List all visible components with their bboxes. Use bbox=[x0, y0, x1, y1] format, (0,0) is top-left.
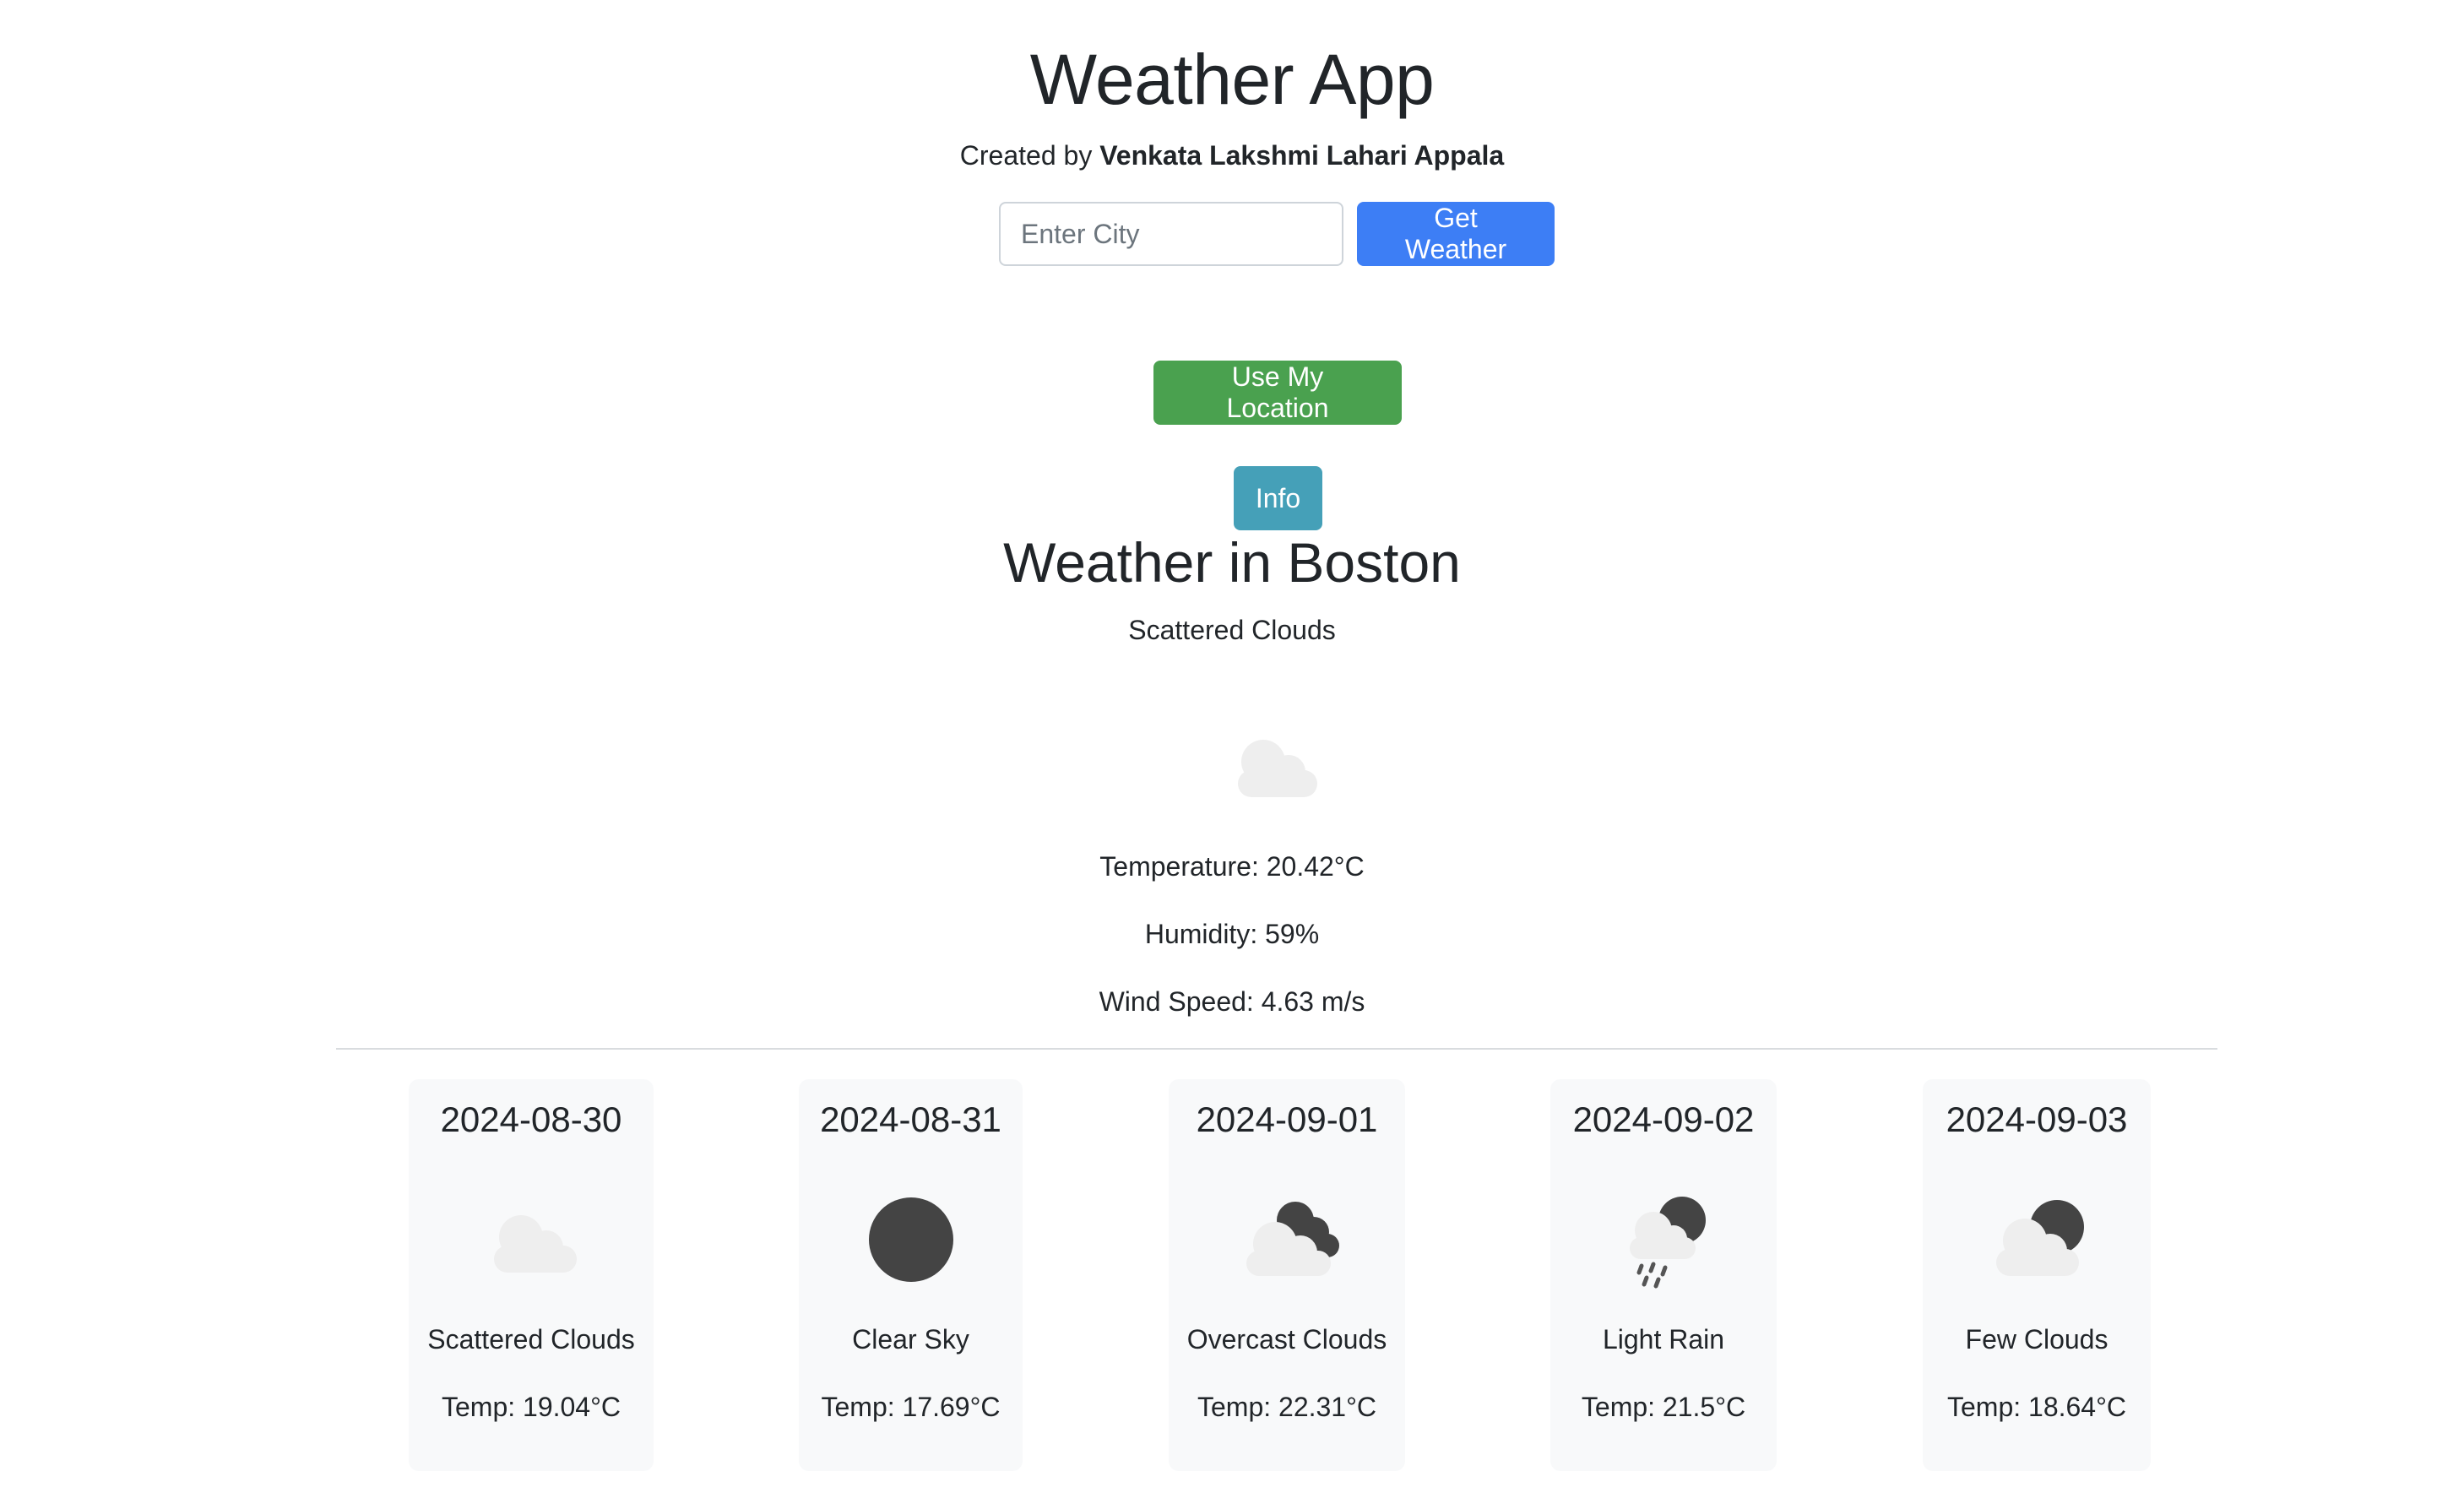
current-weather-title: Weather in Boston bbox=[1003, 531, 1461, 594]
forecast-description: Scattered Clouds bbox=[427, 1324, 635, 1355]
forecast-temp: Temp: 17.69°C bbox=[821, 1392, 1001, 1422]
forecast-card: 2024-08-31 Clear Sky Temp: 17.69°C bbox=[799, 1079, 1023, 1471]
few-clouds-night-icon bbox=[1996, 1200, 2084, 1276]
use-my-location-button[interactable]: Use My Location bbox=[1153, 361, 1402, 425]
forecast-description: Few Clouds bbox=[1965, 1324, 2109, 1355]
current-temperature: Temperature: 20.42°C bbox=[1099, 851, 1365, 882]
forecast-card: 2024-09-01 Overcast Clouds Temp: 22.31°C bbox=[1169, 1079, 1405, 1471]
forecast-date: 2024-08-31 bbox=[820, 1099, 1001, 1139]
current-humidity: Humidity: 59% bbox=[1144, 919, 1320, 949]
forecast-description: Clear Sky bbox=[852, 1324, 969, 1355]
forecast-temp: Temp: 19.04°C bbox=[441, 1392, 621, 1422]
forecast-temp: Temp: 18.64°C bbox=[1946, 1392, 2126, 1422]
forecast-date: 2024-09-01 bbox=[1196, 1099, 1378, 1139]
forecast-card: 2024-09-03 Few Clouds Temp: 18.64°C bbox=[1923, 1079, 2151, 1471]
forecast-date: 2024-08-30 bbox=[440, 1099, 622, 1139]
forecast-date: 2024-09-03 bbox=[1946, 1099, 2128, 1139]
forecast-date: 2024-09-02 bbox=[1572, 1099, 1755, 1139]
forecast-card: 2024-08-30 Scattered Clouds Temp: 19.04°… bbox=[409, 1079, 654, 1471]
forecast-divider bbox=[336, 1048, 2217, 1050]
city-input[interactable] bbox=[999, 202, 1343, 266]
current-wind-speed: Wind Speed: 4.63 m/s bbox=[1099, 986, 1365, 1017]
info-button[interactable]: Info bbox=[1234, 466, 1322, 530]
cloud-icon bbox=[1238, 740, 1317, 797]
author-name: Venkata Lakshmi Lahari Appala bbox=[1099, 140, 1505, 171]
overcast-clouds-icon bbox=[1246, 1202, 1339, 1276]
get-weather-button[interactable]: Get Weather bbox=[1357, 202, 1555, 266]
forecast-card: 2024-09-02 Light Rain Temp: 21.5°C bbox=[1550, 1079, 1777, 1471]
app-title: Weather App bbox=[1029, 40, 1435, 119]
current-weather-description: Scattered Clouds bbox=[1128, 615, 1336, 645]
clear-night-icon bbox=[868, 1197, 953, 1282]
credit-prefix: Created by bbox=[959, 140, 1093, 171]
forecast-temp: Temp: 21.5°C bbox=[1581, 1392, 1746, 1422]
forecast-description: Overcast Clouds bbox=[1186, 1324, 1387, 1355]
night-rain-icon bbox=[1630, 1197, 1706, 1289]
forecast-description: Light Rain bbox=[1602, 1324, 1725, 1355]
credits-line: Created by Venkata Lakshmi Lahari Appala bbox=[0, 137, 2464, 174]
forecast-temp: Temp: 22.31°C bbox=[1197, 1392, 1376, 1422]
cloud-icon bbox=[494, 1215, 577, 1273]
search-form: Get Weather bbox=[999, 202, 1555, 266]
